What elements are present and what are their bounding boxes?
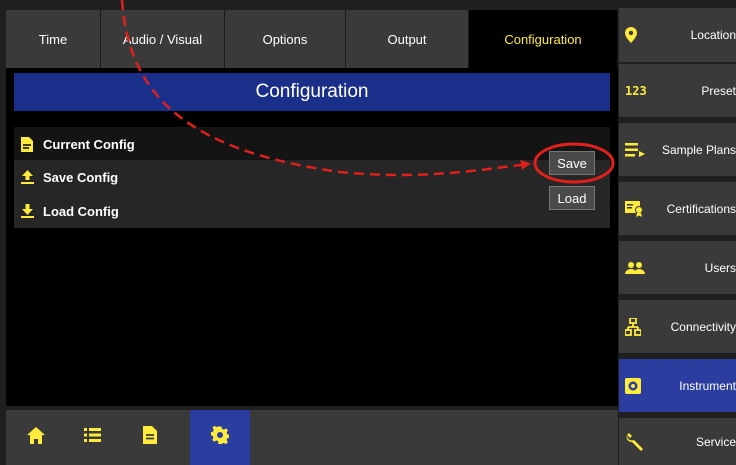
instrument-gear-icon — [625, 377, 641, 394]
sidebar-item-sample-plans[interactable]: Sample Plans — [619, 121, 736, 176]
home-icon — [27, 426, 45, 449]
device-screen: Time Audio / Visual Options Output Confi… — [0, 0, 736, 465]
settings-button[interactable] — [190, 410, 250, 465]
list-icon — [83, 428, 101, 447]
sidebar-item-label: Connectivity — [670, 319, 736, 334]
sidebar-item-connectivity[interactable]: Connectivity — [619, 298, 736, 353]
wrench-icon — [625, 432, 645, 452]
document-icon — [20, 136, 34, 152]
sidebar-item-certifications[interactable]: Certifications — [619, 180, 736, 235]
tab-options[interactable]: Options — [225, 10, 346, 68]
sidebar-item-label: Instrument — [679, 378, 736, 393]
sidebar-item-label: Users — [704, 260, 736, 275]
document-button[interactable] — [130, 410, 170, 465]
download-icon — [20, 203, 34, 219]
playlist-icon — [625, 142, 645, 157]
save-config-row: Save Config — [14, 160, 610, 194]
upload-icon — [20, 169, 34, 185]
save-config-label: Save Config — [43, 169, 119, 185]
sidebar-item-label: Preset — [701, 83, 736, 98]
certificate-icon — [625, 200, 645, 217]
tab-bar: Time Audio / Visual Options Output Confi… — [6, 10, 618, 68]
sidebar-item-label: Certifications — [666, 201, 736, 216]
tab-configuration[interactable]: Configuration — [469, 10, 618, 68]
sidebar: Location 123 Preset Sample Plans Certifi… — [619, 8, 736, 465]
page-title: Configuration — [14, 73, 610, 111]
save-button[interactable]: Save — [549, 151, 595, 175]
sidebar-item-label: Service — [695, 434, 736, 449]
home-button[interactable] — [16, 410, 56, 465]
sidebar-item-label: Location — [690, 28, 736, 42]
network-icon — [625, 317, 641, 336]
location-pin-icon — [625, 27, 637, 43]
sidebar-item-preset[interactable]: 123 Preset — [619, 62, 736, 117]
load-config-label: Load Config — [43, 203, 119, 219]
sidebar-item-instrument[interactable]: Instrument — [619, 357, 736, 412]
tab-time[interactable]: Time — [6, 10, 101, 68]
tab-audio-visual[interactable]: Audio / Visual — [101, 10, 225, 68]
sidebar-item-users[interactable]: Users — [619, 239, 736, 294]
current-config-row: Current Config — [14, 127, 610, 161]
sidebar-item-label: Sample Plans — [661, 142, 736, 157]
123-icon: 123 — [625, 83, 647, 98]
current-config-label: Current Config — [43, 136, 135, 152]
load-button[interactable]: Load — [549, 186, 595, 210]
bottom-nav-bar — [6, 410, 618, 465]
document-icon — [143, 426, 157, 449]
main-panel: Time Audio / Visual Options Output Confi… — [6, 10, 618, 406]
gear-icon — [210, 425, 230, 449]
users-icon — [625, 261, 645, 274]
tab-output[interactable]: Output — [346, 10, 469, 68]
sidebar-item-service[interactable]: Service — [619, 416, 736, 465]
list-button[interactable] — [72, 410, 112, 465]
load-config-row: Load Config — [14, 194, 610, 228]
sidebar-item-location[interactable]: Location — [619, 8, 736, 62]
